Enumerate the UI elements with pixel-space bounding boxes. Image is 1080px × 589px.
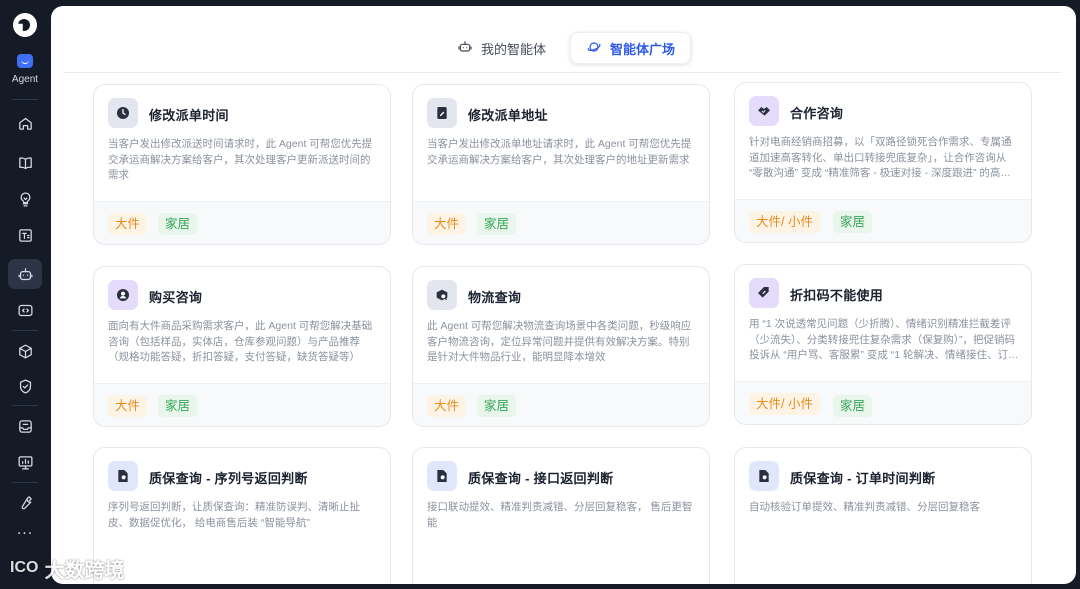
main-panel: 我的智能体 智能体广场 修改派单时间 当客户发出修改派送时间请求时，此 Agen… [51,6,1076,584]
card-title: 物流查询 [468,290,522,305]
category-tag: 家居 [158,395,198,417]
doc-search-icon [749,461,779,491]
agent-card[interactable]: 质保查询 - 订单时间判断 自动核验订单提效、精准判责减错、分层回复稳客 [734,447,1032,584]
agent-card[interactable]: 购买咨询 面向有大件商品采购需求客户，此 Agent 可帮您解决基础咨询（包括样… [93,266,391,427]
agent-label[interactable]: Agent [0,74,50,85]
agent-card[interactable]: 修改派单时间 当客户发出修改派送时间请求时，此 Agent 可帮您优先提交承运商… [93,84,391,245]
app-window: Agent ··· 我的智能体 智能体广场 修改派单时间 当客户发出修改派送时间… [0,0,1080,589]
card-title: 修改派单时间 [149,108,229,123]
card-footer: 大件 家居 [94,383,390,426]
agent-card[interactable]: 合作咨询 针对电商经销商招募，以「双路径锁死合作需求、专属通道加速高客转化、单出… [734,82,1032,243]
document-edit-icon [427,98,457,128]
sidebar: Agent ··· [0,0,50,589]
inbox-icon[interactable] [8,411,42,441]
size-tag: 大件 [427,213,467,235]
category-tag: 家居 [477,213,517,235]
card-description: 序列号返回判断，让质保查询：精准防误判、清晰止扯皮、数据促优化， 给电商售后装 … [108,501,360,529]
book-icon[interactable] [8,148,42,178]
more-icon[interactable]: ··· [8,519,42,549]
card-title: 质保查询 - 序列号返回判断 [149,471,308,486]
agent-card[interactable]: 修改派单地址 当客户发出修改派单地址请求时，此 Agent 可帮您优先提交承运商… [412,84,710,245]
home-icon[interactable] [8,108,42,138]
size-tag: 大件 [108,395,148,417]
card-description: 此 Agent 可帮您解决物流查询场景中各类问题，秒级响应客户物流咨询，定位异常… [427,320,692,363]
sidebar-divider [12,99,38,100]
size-tag: 大件 [427,395,467,417]
card-title: 修改派单地址 [468,108,548,123]
bulb-icon[interactable] [8,184,42,214]
tab-my-agents[interactable]: 我的智能体 [442,32,561,64]
agent-card[interactable]: 质保查询 - 接口返回判断 接口联动提效、精准判责减错、分层回复稳客， 售后更智… [412,447,710,584]
card-title: 购买咨询 [149,290,203,305]
card-description: 接口联动提效、精准判责减错、分层回复稳客， 售后更智能 [427,501,693,529]
planet-icon [586,39,602,58]
card-title: 质保查询 - 订单时间判断 [790,471,936,486]
card-footer: 大件 家居 [413,201,709,244]
category-tag: 家居 [833,395,873,417]
card-description: 当客户发出修改派单地址请求时，此 Agent 可帮您优先提交承运商解决方案给客户… [427,138,692,166]
card-description: 用 “1 次说透常见问题（少折腾）、情绪识别精准拦截差评（少流失）、分类转接兜住… [749,318,1019,361]
sidebar-divider [12,405,38,406]
card-description: 面向有大件商品采购需求客户，此 Agent 可帮您解决基础咨询（包括样品，实体店… [108,320,373,363]
card-footer: 大件/ 小件 家居 [735,199,1031,242]
size-tag: 大件 [108,213,148,235]
card-title: 合作咨询 [790,106,844,121]
doc-search-icon [427,461,457,491]
tab-agent-plaza[interactable]: 智能体广场 [570,32,692,64]
shield-icon[interactable] [8,371,42,401]
code-icon[interactable] [8,295,42,325]
agent-card[interactable]: 物流查询 此 Agent 可帮您解决物流查询场景中各类问题，秒级响应客户物流咨询… [412,266,710,427]
form-icon[interactable] [8,220,42,250]
category-tag: 家居 [158,213,198,235]
card-description: 自动核验订单提效、精准判责减错、分层回复稳客 [749,501,980,513]
card-title: 质保查询 - 接口返回判断 [468,471,614,486]
tab-label: 智能体广场 [610,41,676,57]
agent-icon[interactable] [17,54,33,68]
watermark-mark: ICO [10,559,39,576]
handshake-icon [749,96,779,126]
size-tag: 大件/ 小件 [749,393,820,415]
clock-icon [108,98,138,128]
size-tag: 大件/ 小件 [749,211,820,233]
tag-icon [749,278,779,308]
wrench-icon[interactable] [8,487,42,517]
watermark: ICO 大数跨境 [10,555,125,582]
sidebar-divider [12,482,38,483]
tab-label: 我的智能体 [481,41,547,57]
chart-icon[interactable] [8,447,42,477]
card-footer: 大件 家居 [94,201,390,244]
card-description: 当客户发出修改派送时间请求时，此 Agent 可帮您优先提交承运商解决方案给客户… [108,138,373,181]
category-tag: 家居 [833,211,873,233]
user-icon [108,280,138,310]
card-footer: 大件/ 小件 家居 [735,381,1031,424]
watermark-text: 大数跨境 [44,559,125,582]
agent-card[interactable]: 折扣码不能使用 用 “1 次说透常见问题（少折腾）、情绪识别精准拦截差评（少流失… [734,264,1032,425]
package-search-icon [427,280,457,310]
tab-bar: 我的智能体 智能体广场 [51,32,1076,64]
agent-card[interactable]: 质保查询 - 序列号返回判断 序列号返回判断，让质保查询：精准防误判、清晰止扯皮… [93,447,391,584]
robot-icon[interactable] [8,259,42,289]
doc-search-icon [108,461,138,491]
logo-icon[interactable] [13,13,37,37]
category-tag: 家居 [477,395,517,417]
card-description: 针对电商经销商招募，以「双路径锁死合作需求、专属通道加速高客转化、单出口转接兜底… [749,136,1012,179]
robot-icon [457,39,473,58]
card-footer: 大件 家居 [413,383,709,426]
card-title: 折扣码不能使用 [790,288,884,303]
sidebar-divider [12,330,38,331]
tabs-divider [64,72,1061,73]
cube-icon[interactable] [8,336,42,366]
